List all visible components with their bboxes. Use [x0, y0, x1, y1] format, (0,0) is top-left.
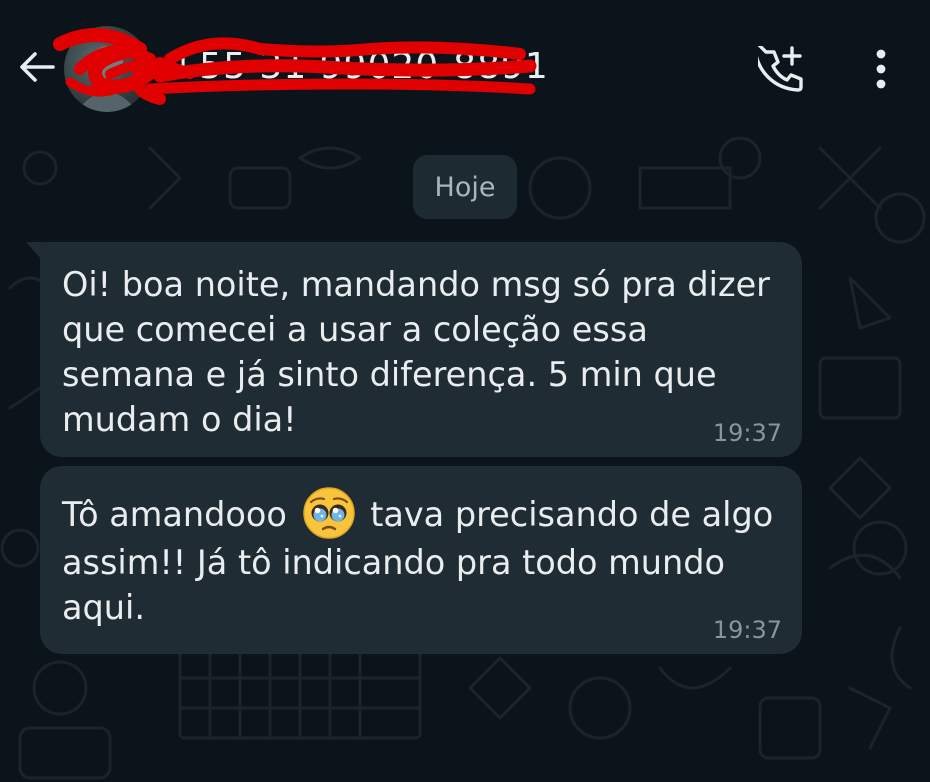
- phone-add-icon: [758, 46, 803, 92]
- message-bubble[interactable]: Oi! boa noite, mandando msg só pra dizer…: [26, 242, 802, 457]
- chat-header: +55 31 99020-8891: [0, 0, 930, 128]
- message-text-part: Tô amandooo: [62, 495, 298, 534]
- message-timestamp: 19:37: [712, 616, 782, 644]
- avatar-photo: [76, 46, 138, 112]
- date-separator: Hoje: [413, 155, 517, 219]
- more-options-button[interactable]: [858, 44, 904, 94]
- message-text: Oi! boa noite, mandando msg só pra dizer…: [62, 265, 781, 439]
- bubble-tail: [26, 242, 42, 260]
- arrow-left-icon: [20, 52, 55, 82]
- avatar[interactable]: [64, 26, 150, 112]
- message-timestamp: 19:37: [712, 419, 782, 447]
- pleading-face-emoji-icon: [302, 487, 355, 539]
- chat-screen: +55 31 99020-8891 Hoje Oi! boa noite, ma…: [0, 0, 930, 782]
- message-bubble[interactable]: Tô amandooo tava precisando de algo assi…: [40, 466, 802, 654]
- back-button[interactable]: [14, 44, 60, 90]
- message-text: Tô amandooo tava precisando de algo assi…: [62, 486, 780, 630]
- add-call-button[interactable]: [756, 44, 806, 94]
- more-vertical-icon: [876, 49, 886, 89]
- contact-name[interactable]: +55 31 99020-8891: [168, 46, 549, 87]
